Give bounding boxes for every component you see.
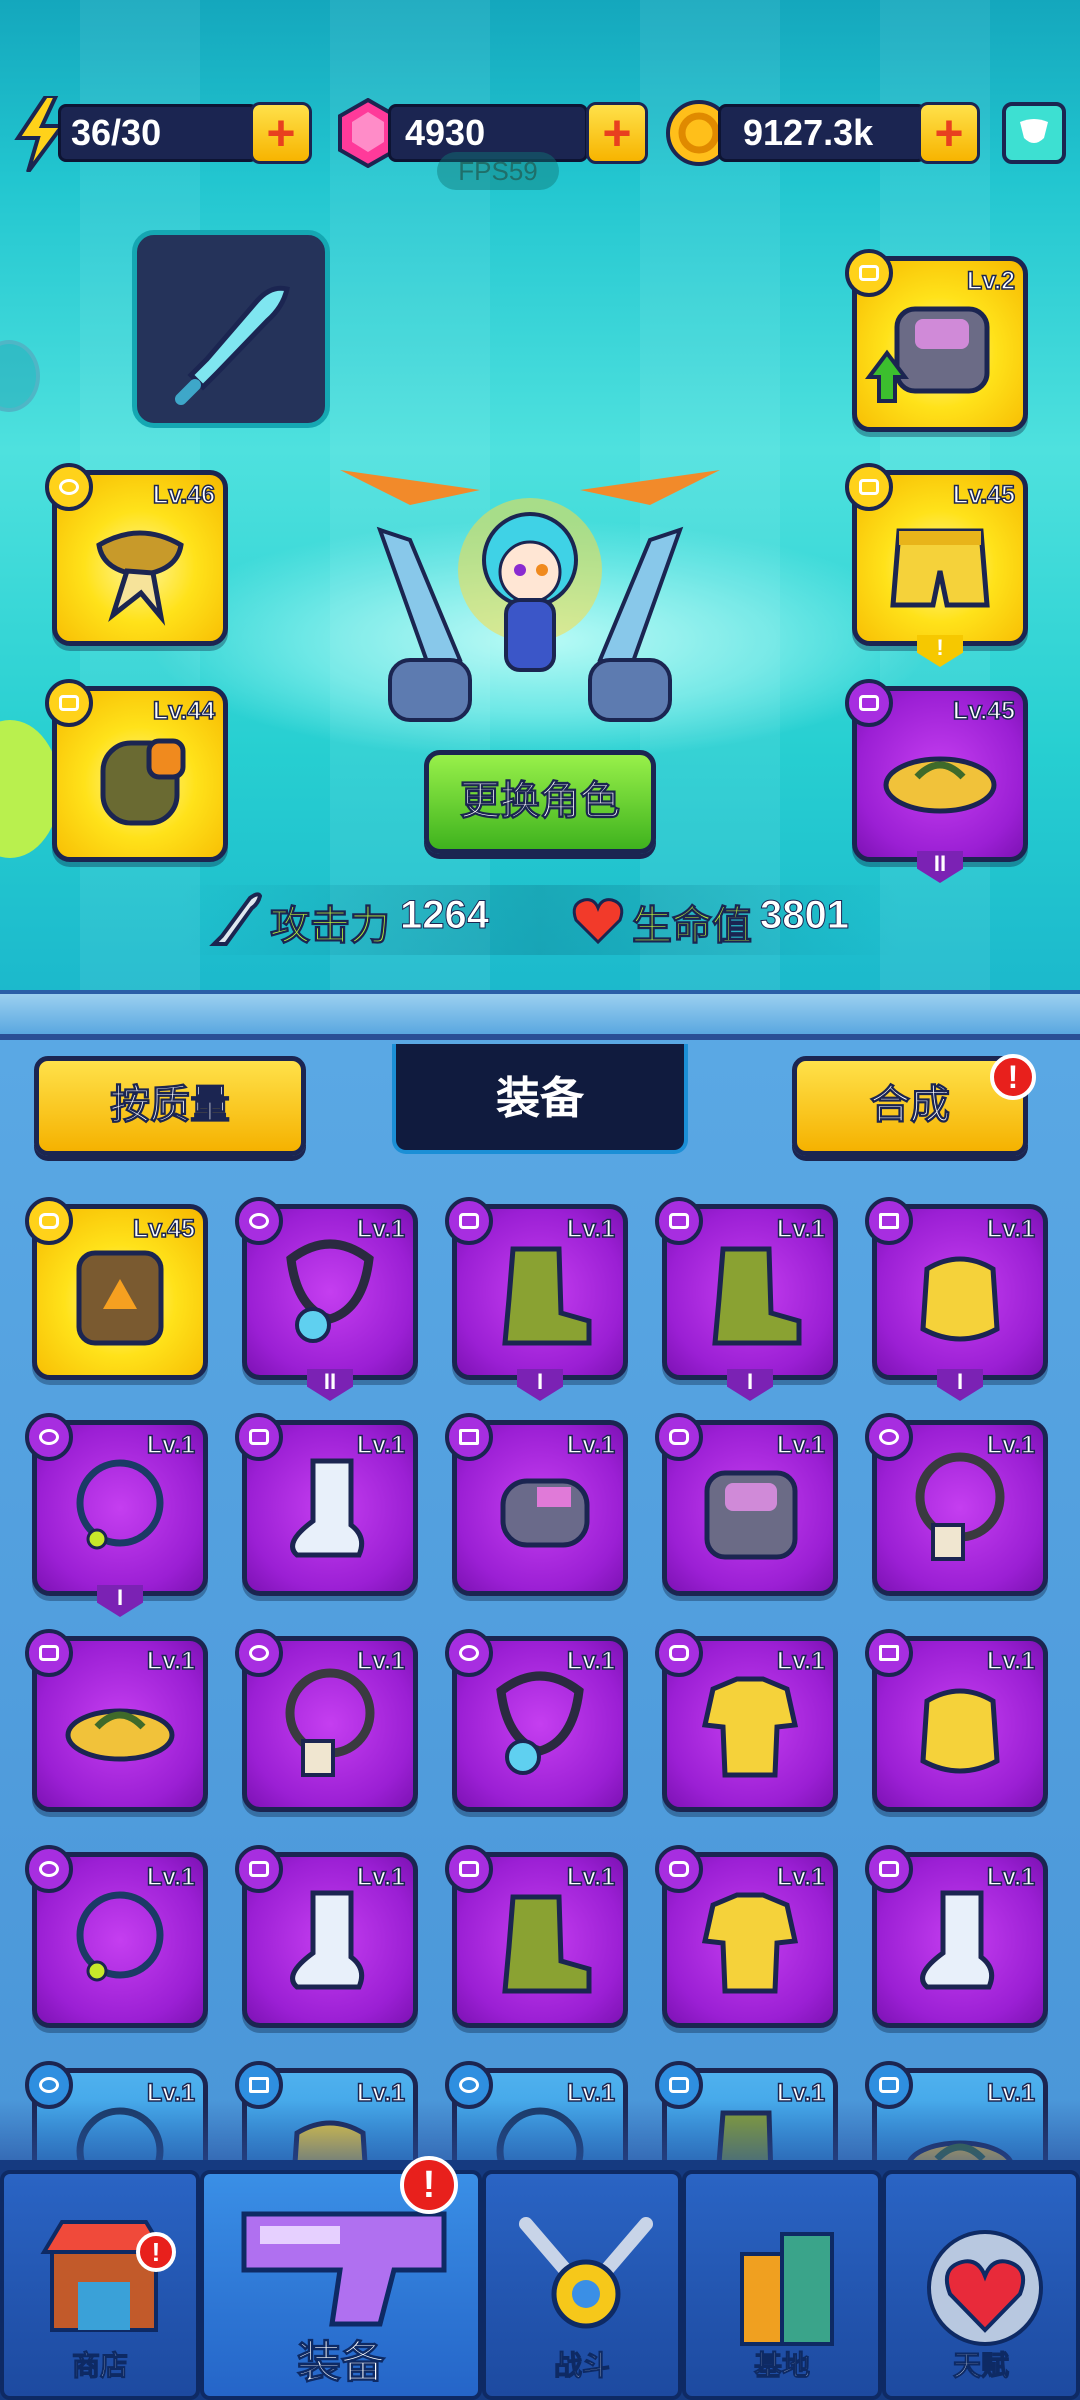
equipped-slot-glove[interactable]: Lv.44 [45,679,228,862]
equipped-slot-armor[interactable]: Lv.2 [845,249,1028,432]
slot-level: Lv.1 [146,1430,196,1460]
inventory-slot-pendant[interactable]: Lv.1 [445,1629,628,1812]
merge-alert-badge: ! [990,1054,1036,1100]
nav-label: 基地 [753,2349,810,2383]
slot-level: Lv.1 [776,1214,826,1244]
nav-shop[interactable]: 商店 ! [0,2170,200,2400]
slot-level: Lv.1 [776,1646,826,1676]
nav-label: 天赋 [952,2349,1009,2383]
inventory-slot-necklace[interactable]: Lv.1 [25,1845,208,2028]
panel-divider [0,990,1080,1040]
fps-counter: FPS59 [437,152,559,190]
slot-level: Lv.1 [146,1646,196,1676]
inventory-slot-boot[interactable]: Lv.1 I [445,1197,628,1401]
attack-value: 1264 [400,893,490,938]
inventory-slot-necklace[interactable]: Lv.1 I [25,1413,208,1617]
slot-level: Lv.1 [986,1862,1036,1892]
sandal-icon [883,756,997,814]
gems-value: 4930 [405,112,486,153]
battle-swords-icon [519,2217,653,2329]
energy-value: 36/30 [71,112,162,153]
shop-icon [40,2220,168,2332]
slot-level: Lv.1 [986,1430,1036,1460]
nav-battle[interactable]: 战斗 [482,2170,682,2400]
knife-icon [175,285,290,405]
sort-by-quality-button[interactable]: 按质量 [34,1056,306,1156]
nav-equipment[interactable]: 装备 ! [200,2156,482,2400]
equipment-alert-badge: ! [400,2156,458,2214]
slot-level: Lv.1 [566,1862,616,1892]
talent-heart-icon [927,2230,1043,2346]
shop-alert-badge: ! [136,2232,176,2272]
scarf-icon [96,530,184,626]
inventory-slot-sock[interactable]: Lv.1 [235,1413,418,1596]
change-character-button[interactable]: 更换角色 [424,750,656,854]
inventory-slot-shirt[interactable]: Lv.1 [655,1629,838,1812]
slot-level: Lv.1 [986,1646,1036,1676]
side-bubble-left[interactable] [0,720,60,858]
inventory-slot-tag-necklace[interactable]: Lv.1 [235,1629,418,1812]
slot-level: Lv.1 [986,1214,1036,1244]
plus-icon: + [602,105,632,161]
slot-level: Lv.1 [146,1862,196,1892]
hero-area: 36/30 + 4930 + 9127.3k + FPS59 Lv.46 Lv.… [0,0,1080,1000]
slot-level: Lv.1 [776,1430,826,1460]
coins-value: 9127.3k [743,112,874,153]
plus-icon: + [266,105,296,161]
glove-icon [100,738,186,826]
hp-label: 生命值 [632,903,753,950]
sword-icon [206,888,263,956]
inventory-slot-pendant[interactable]: Lv.1 II [235,1197,418,1401]
slot-level: Lv.1 [566,1214,616,1244]
hp-value: 3801 [760,893,850,938]
equipment-title: 装备 [392,1044,688,1154]
heart-icon [570,896,626,950]
inventory-slot-sock[interactable]: Lv.1 [235,1845,418,2028]
inventory-slot-tag-necklace[interactable]: Lv.1 [865,1413,1048,1596]
equipped-slot-scarf[interactable]: Lv.46 [45,463,228,646]
inventory-slot-boot[interactable]: Lv.1 I [655,1197,838,1401]
add-energy-button[interactable]: + [250,102,312,164]
attack-label: 攻击力 [270,903,391,950]
add-coins-button[interactable]: + [918,102,980,164]
settings-menu-button[interactable] [1002,102,1066,164]
nav-label: 商店 [71,2349,128,2383]
nav-base[interactable]: 基地 [682,2170,882,2400]
slot-level: Lv.45 [132,1214,196,1244]
equipped-slot-shorts[interactable]: Lv.45 ! [845,463,1028,667]
armor-icon [865,306,990,403]
inventory-slot-shirt[interactable]: Lv.1 [655,1845,838,2028]
slot-level: Lv.1 [566,1430,616,1460]
weapon-slot[interactable] [132,230,330,428]
coins-bar: 9127.3k [718,104,926,162]
slot-level: Lv.1 [356,1862,406,1892]
nav-label: 战斗 [553,2349,610,2383]
inventory-slot-gauntlet[interactable]: Lv.1 [445,1413,628,1596]
slot-level: Lv.1 [356,1214,406,1244]
inventory-slot-sock[interactable]: Lv.1 [865,1845,1048,2028]
inventory-slot-glove[interactable]: Lv.1 [865,1629,1048,1812]
inventory-slot-vest[interactable]: Lv.45 [25,1197,208,1380]
slot-level: Lv.1 [356,1430,406,1460]
slot-level: Lv.1 [356,1646,406,1676]
inventory-slot-armor[interactable]: Lv.1 [655,1413,838,1596]
hero-character[interactable] [320,450,740,750]
shorts-icon [890,528,990,608]
side-handle-left[interactable] [0,340,40,412]
base-building-icon [740,2232,834,2346]
equipped-slot-sandal[interactable]: Lv.45 II [845,679,1028,883]
add-gems-button[interactable]: + [586,102,648,164]
plus-icon: + [934,105,964,161]
nav-label: 装备 [297,2337,386,2389]
inventory-slot-boot[interactable]: Lv.1 [445,1845,628,2028]
inventory-slot-sandal[interactable]: Lv.1 [25,1629,208,1812]
inventory-slot-glove[interactable]: Lv.1 I [865,1197,1048,1401]
nav-talent[interactable]: 天赋 [882,2170,1080,2400]
energy-bar: 36/30 [58,104,258,162]
slot-level: Lv.1 [566,1646,616,1676]
slot-level: Lv.1 [776,1862,826,1892]
shield-icon [1020,119,1048,143]
